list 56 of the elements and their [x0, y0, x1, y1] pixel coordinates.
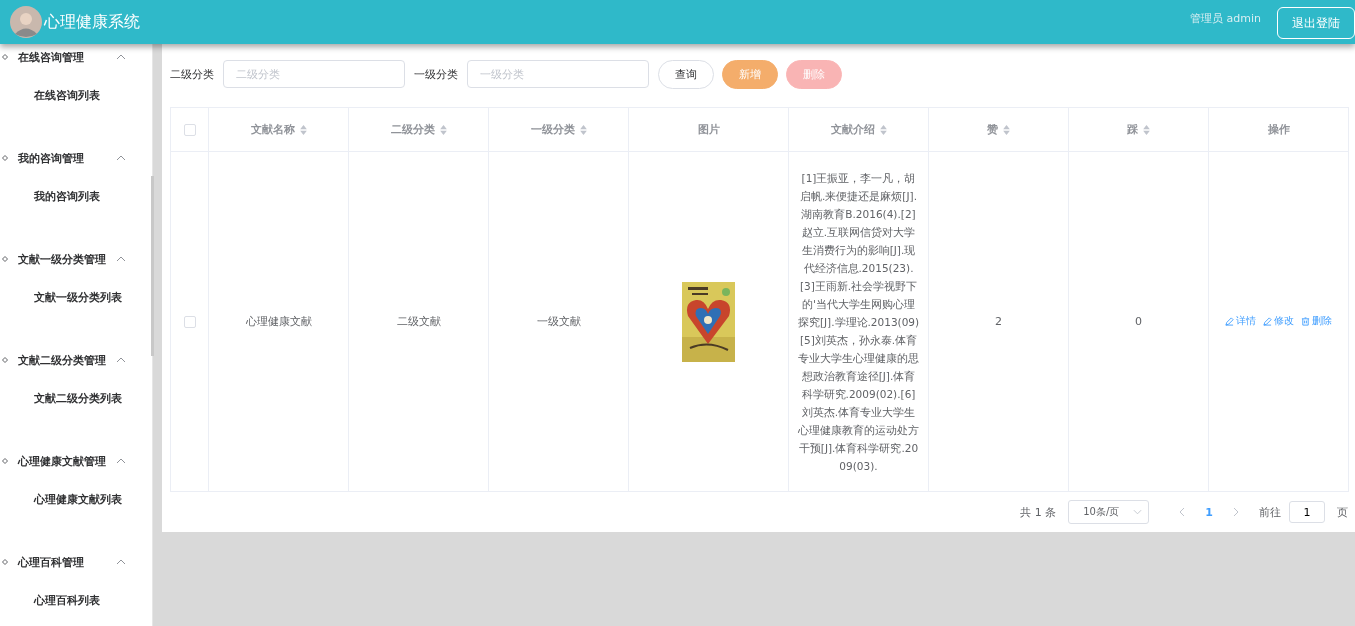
caret-icon: [116, 155, 126, 161]
toolbar-button[interactable]: 查询: [658, 59, 714, 89]
table-cell: 0: [1135, 315, 1142, 328]
row-checkbox[interactable]: [183, 316, 196, 328]
sort-icon[interactable]: [299, 124, 307, 135]
table-cell: 2: [995, 315, 1002, 328]
menu-group[interactable]: 文献一级分类管理: [0, 246, 152, 272]
menu-item[interactable]: 我的咨询列表: [0, 187, 152, 207]
menu-group[interactable]: 心理健康文献管理: [0, 448, 152, 474]
diamond-icon: [2, 458, 8, 464]
table-cell: 二级文献: [396, 315, 441, 328]
avatar-icon: [10, 6, 42, 38]
caret-icon: [116, 54, 126, 60]
next-page-icon[interactable]: [1233, 507, 1239, 517]
total-count: 共 1 条: [1020, 504, 1057, 520]
table-cell: 一级文献: [536, 315, 581, 328]
trash-icon: [1301, 316, 1310, 326]
goto-label: 前往: [1259, 504, 1281, 520]
scrollbar[interactable]: [151, 176, 154, 356]
table-cell: 心理健康文献: [245, 315, 312, 328]
prev-page-icon[interactable]: [1179, 507, 1186, 517]
pencil-icon: [1263, 316, 1272, 326]
diamond-icon: [2, 357, 8, 363]
sort-icon[interactable]: [879, 124, 887, 135]
menu-item[interactable]: 心理健康文献列表: [0, 490, 152, 510]
menu-item[interactable]: 在线咨询列表: [0, 86, 152, 106]
user-label: 管理员 admin: [1190, 11, 1261, 26]
caret-icon: [116, 559, 126, 565]
diamond-icon: [2, 155, 8, 161]
chevron-down-icon: [1133, 509, 1143, 515]
page-size-select[interactable]: 10条/页: [1068, 500, 1150, 524]
sort-icon[interactable]: [1143, 124, 1150, 135]
caret-icon: [116, 458, 126, 464]
menu-item[interactable]: 心理百科列表: [0, 591, 152, 611]
caret-icon: [116, 256, 126, 262]
menu-item[interactable]: 文献一级分类列表: [0, 288, 152, 308]
description-text: [1]王振亚，李一凡，胡启帆.来便捷还是麻烦[J].湖南教育B.2016(4).[2]赵立.互联网信贷对大学生消费行为的影响[J].现代经济信息.2015(23).[3]王雨新.社会学视野下的'当代大学生网购心理探究[J].学理论.2013(09)[5]刘英杰，孙永泰.体育专业大学生心理健康的思想政治教育途径[J].体育科学研究.2009(02).[6]刘英杰.体育专业大学生心理健康教育的运动处方干预[J].体育科学研究.2009(03).: [797, 171, 920, 472]
caret-icon: [116, 357, 126, 363]
sort-icon[interactable]: [579, 124, 587, 135]
diamond-icon: [2, 256, 8, 262]
filter-label: 一级分类: [414, 66, 458, 82]
menu-group[interactable]: 文献二级分类管理: [0, 347, 152, 373]
filter-label: 二级分类: [170, 66, 214, 82]
goto-page-input[interactable]: 1: [1289, 501, 1325, 523]
menu-group[interactable]: 在线咨询管理: [0, 44, 152, 70]
sort-icon[interactable]: [439, 124, 447, 135]
pencil-icon: [1225, 316, 1234, 326]
select-all-checkbox[interactable]: [183, 124, 196, 136]
menu-item[interactable]: 文献二级分类列表: [0, 389, 152, 409]
diamond-icon: [2, 559, 8, 565]
menu-group[interactable]: 我的咨询管理: [0, 145, 152, 171]
sort-icon[interactable]: [1003, 124, 1010, 135]
diamond-icon: [2, 54, 8, 60]
menu-group[interactable]: 心理百科管理: [0, 549, 152, 575]
app-title: 心理健康系统: [44, 11, 140, 33]
page-suffix: 页: [1337, 504, 1348, 520]
